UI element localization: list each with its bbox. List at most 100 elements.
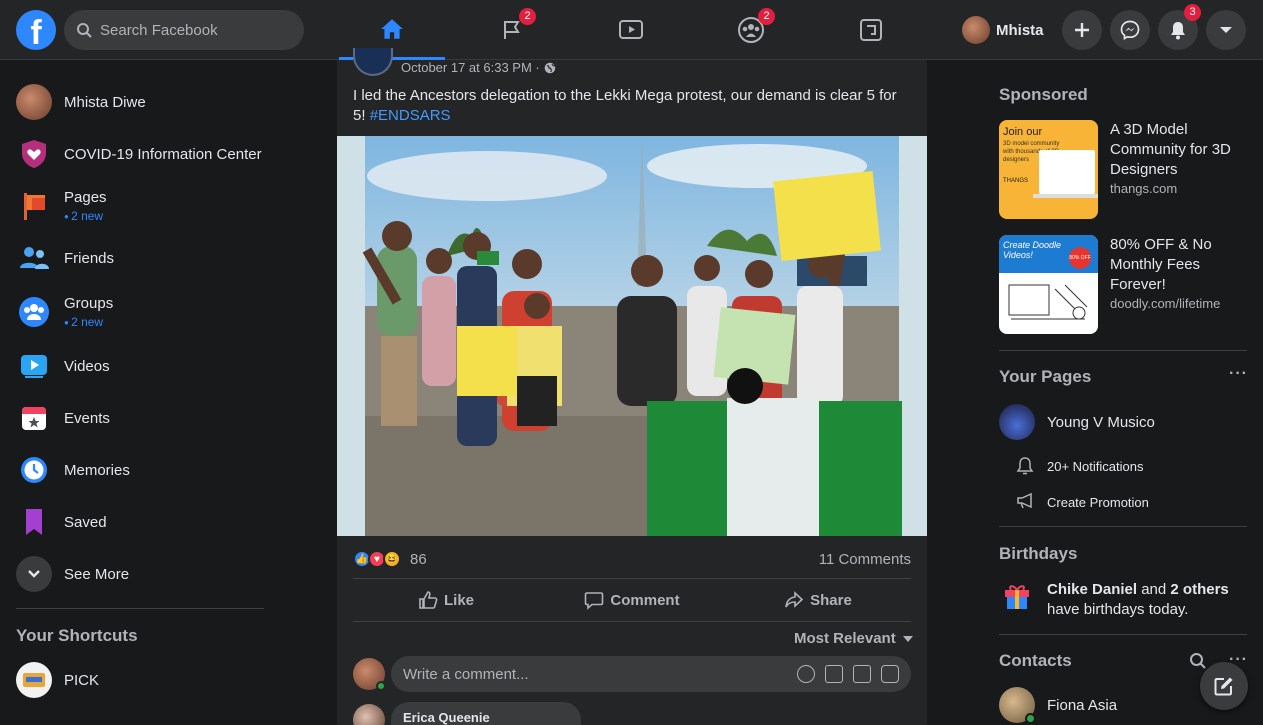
friends-icon — [16, 240, 52, 276]
sidebar-divider — [999, 634, 1247, 635]
sidebar-item-saved[interactable]: Saved — [8, 496, 272, 548]
comment-tools — [797, 665, 899, 683]
plus-icon — [1075, 23, 1089, 37]
tab-pages[interactable]: 2 — [459, 0, 565, 60]
page-notifications-link[interactable]: 20+ Notifications — [1047, 459, 1143, 474]
sidebar-item-label: Pages2 new — [64, 189, 107, 223]
sidebar-item-label: See More — [64, 565, 130, 583]
reactions-summary[interactable]: 👍 ♥ 😆 86 — [353, 550, 427, 568]
ad-thangs[interactable]: Join our 3D model community with thousan… — [999, 120, 1249, 220]
megaphone-icon — [1017, 492, 1032, 509]
sidebar-item-profile[interactable]: Mhista Diwe — [8, 76, 272, 128]
sidebar-item-events[interactable]: Events — [8, 392, 272, 444]
video-icon — [619, 20, 643, 39]
birthday-text: Chike Daniel and 2 others have birthdays… — [1047, 580, 1247, 620]
sidebar-item-see-more[interactable]: See More — [8, 548, 272, 600]
comment-button[interactable]: Comment — [539, 579, 725, 621]
search-input[interactable] — [100, 21, 280, 39]
ad-image-brand: THANGS — [1003, 178, 1029, 184]
videos-icon — [16, 348, 52, 384]
avatar — [16, 84, 52, 120]
camera-icon[interactable] — [825, 665, 843, 683]
new-message-button[interactable] — [1200, 662, 1248, 710]
gift-icon — [1005, 585, 1029, 609]
comment-icon — [585, 592, 604, 610]
online-status-dot — [1025, 713, 1036, 724]
sidebar-item-groups[interactable]: Groups2 new — [8, 286, 272, 338]
ad-doodly[interactable]: Create Doodle Videos! 80% OFF 80% OFF & … — [999, 235, 1249, 335]
share-icon — [785, 591, 804, 608]
ad-title: 80% OFF & No Monthly Fees Forever! — [1110, 236, 1212, 293]
chevron-down-icon — [16, 556, 52, 592]
tab-gaming[interactable] — [818, 0, 924, 60]
create-button[interactable] — [1062, 10, 1102, 50]
profile-name: Mhista — [996, 21, 1044, 39]
page-name[interactable]: Young V Musico — [1047, 414, 1155, 431]
ad-image-text: Create Doodle Videos! — [1003, 240, 1062, 260]
sidebar-item-pages[interactable]: Pages2 new — [8, 180, 272, 232]
notifications-badge: 3 — [1184, 4, 1201, 21]
shortcut-item[interactable]: PICK — [8, 654, 272, 706]
sticker-icon[interactable] — [881, 665, 899, 683]
sidebar-item-videos[interactable]: Videos — [8, 340, 272, 392]
post-text: I led the Ancestors delegation to the Le… — [353, 86, 913, 126]
sidebar-item-label: Groups2 new — [64, 295, 113, 329]
post-timestamp[interactable]: October 17 at 6:33 PM · — [401, 60, 540, 75]
more-options-icon[interactable]: ··· — [1229, 365, 1248, 383]
post-photo[interactable] — [337, 136, 927, 536]
sidebar-item-covid[interactable]: COVID-19 Information Center — [8, 128, 272, 180]
tab-watch[interactable] — [578, 0, 684, 60]
bell-icon — [1171, 22, 1185, 40]
sidebar-item-friends[interactable]: Friends — [8, 232, 272, 284]
sidebar-divider — [999, 350, 1247, 351]
search-icon[interactable] — [1189, 652, 1207, 670]
birthday-others-link[interactable]: 2 others — [1170, 581, 1228, 598]
ad-domain: doodly.com/lifetime — [1110, 296, 1221, 311]
search-box[interactable] — [64, 10, 304, 50]
comment-input[interactable] — [403, 665, 797, 683]
commenter-name[interactable]: Erica Queenie — [403, 710, 490, 725]
thumbs-up-icon — [419, 591, 438, 609]
hashtag-link[interactable]: #ENDSARS — [370, 107, 451, 124]
sidebar-divider — [16, 608, 264, 609]
like-button[interactable]: Like — [353, 579, 539, 621]
home-icon — [381, 18, 403, 39]
comment-sort-dropdown[interactable]: Most Relevant — [794, 630, 914, 647]
account-menu-button[interactable] — [1206, 10, 1246, 50]
avatar[interactable] — [999, 404, 1035, 440]
post-card: October 17 at 6:33 PM · I led the Ancest… — [337, 48, 927, 725]
sidebar-item-memories[interactable]: Memories — [8, 444, 272, 496]
contact-name[interactable]: Fiona Asia — [1047, 697, 1117, 714]
messenger-button[interactable] — [1110, 10, 1150, 50]
avatar — [962, 16, 990, 44]
sidebar-item-label: PICK — [64, 671, 100, 689]
sort-label: Most Relevant — [794, 630, 896, 647]
author-avatar[interactable] — [353, 48, 393, 76]
search-icon — [77, 23, 92, 38]
share-button[interactable]: Share — [725, 579, 911, 621]
comment-label: Comment — [610, 591, 680, 609]
profile-chip[interactable]: Mhista — [958, 12, 1054, 48]
tab-groups[interactable]: 2 — [698, 0, 804, 60]
doodle-illustration — [1008, 284, 1088, 320]
facebook-logo[interactable]: f — [16, 10, 56, 52]
events-calendar-icon — [16, 400, 52, 436]
post-stats: 👍 ♥ 😆 86 11 Comments — [353, 544, 911, 574]
emoji-icon[interactable] — [797, 665, 815, 683]
comment-bubble: Erica Queenie — [391, 702, 581, 725]
gif-icon[interactable] — [853, 665, 871, 683]
left-sidebar: Mhista Diwe COVID-19 Information Center … — [0, 60, 280, 725]
compose-icon — [1214, 677, 1233, 696]
pages-badge: 2 — [519, 8, 536, 25]
comments-count-link[interactable]: 11 Comments — [819, 551, 911, 568]
caret-down-icon — [1220, 27, 1232, 33]
create-promotion-link[interactable]: Create Promotion — [1047, 495, 1149, 510]
birthday-name-link[interactable]: Chike Daniel — [1047, 581, 1137, 598]
ad-title: A 3D Model Community for 3D Designers — [1110, 121, 1231, 178]
comment-box[interactable] — [391, 656, 911, 692]
notifications-button[interactable]: 3 — [1158, 4, 1201, 50]
haha-reaction-icon: 😆 — [383, 550, 401, 568]
shortcuts-title: Your Shortcuts — [16, 626, 138, 645]
share-label: Share — [810, 591, 852, 609]
avatar[interactable] — [353, 704, 385, 725]
